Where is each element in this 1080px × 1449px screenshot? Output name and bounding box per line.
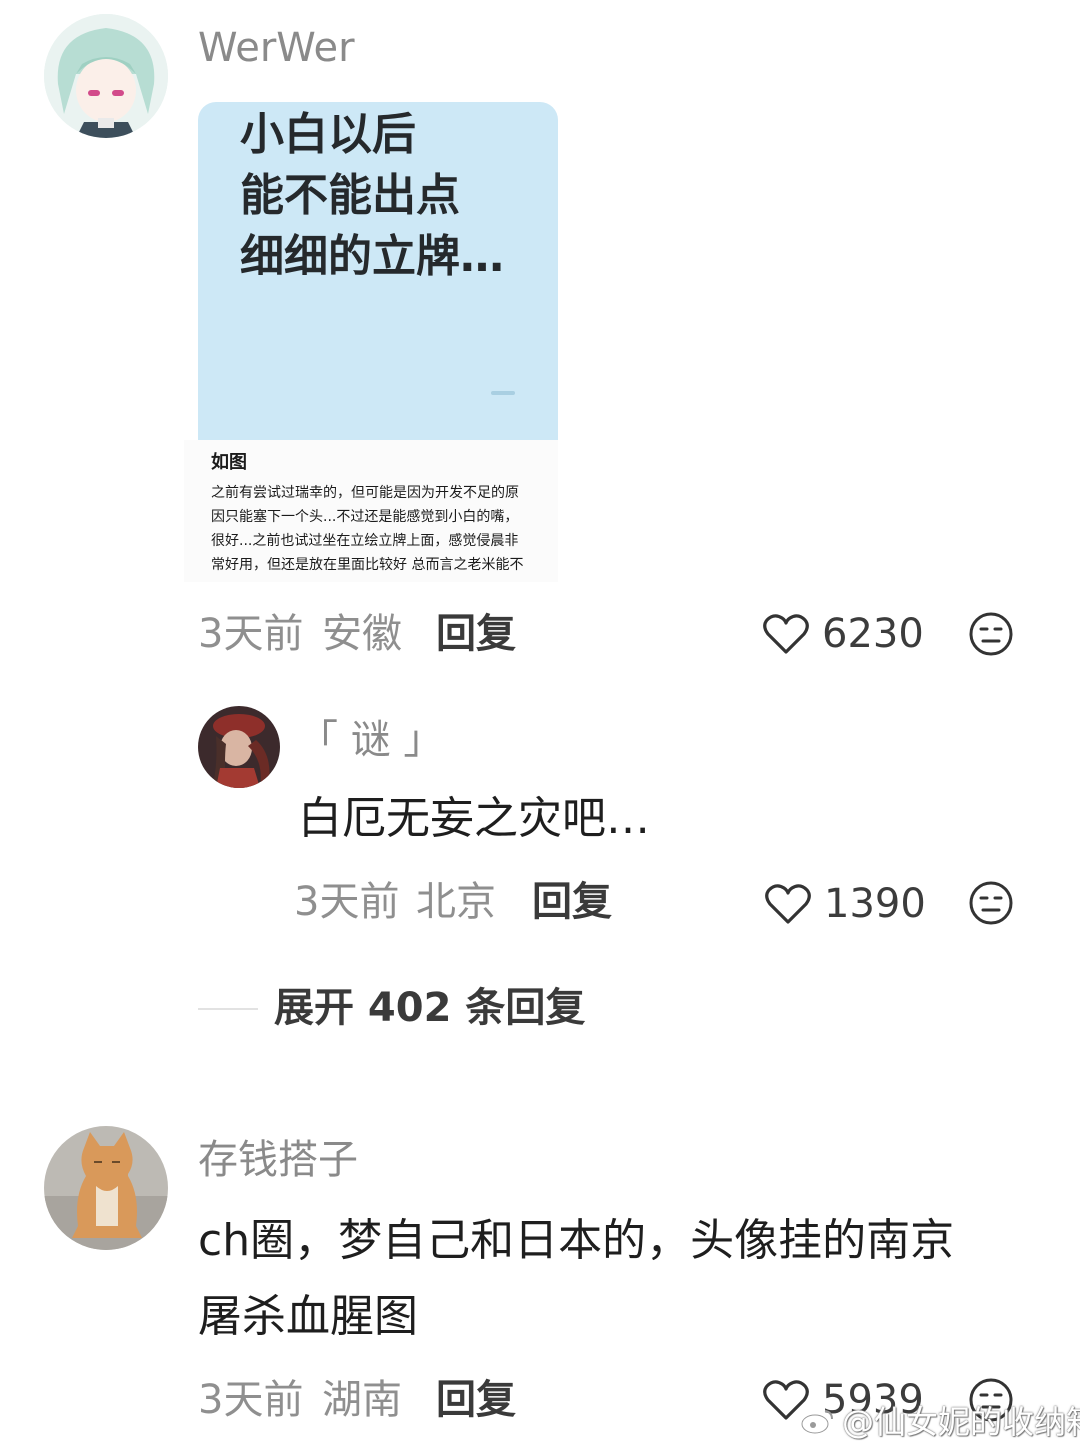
heart-outline-icon	[763, 614, 809, 654]
card-title-line: 小白以后	[240, 109, 416, 160]
neutral-face-icon	[969, 881, 1013, 925]
reply-button[interactable]: 回复	[436, 610, 516, 658]
watermark-text: @仙女妮的收纳箱	[842, 1403, 1080, 1441]
avatar-sub-reply[interactable]	[198, 706, 280, 788]
comment-time: 3天前	[198, 1377, 304, 1423]
expand-replies-button[interactable]: 展开 402 条回复	[274, 984, 585, 1032]
username[interactable]: 存钱搭子	[198, 1136, 358, 1184]
quote-line: 常好用，但还是放在里面比较好 总而言之老米能不	[211, 557, 524, 573]
sub-reply-time: 3天前	[294, 879, 400, 925]
sub-reply-text: 白厄无妄之灾吧…	[298, 793, 650, 844]
neutral-face-icon	[969, 612, 1013, 656]
sub-reply-username[interactable]: 「 谜 」	[298, 716, 443, 764]
sub-reply-button[interactable]: 回复	[532, 878, 612, 926]
sub-like-count: 1390	[824, 881, 926, 927]
card-dash-mark	[491, 391, 515, 395]
comment-text-line: ch圈，梦自己和日本的，头像挂的南京	[198, 1215, 955, 1266]
like-count: 6230	[822, 611, 924, 657]
card-title-line: 细细的立牌…	[240, 231, 504, 282]
quote-heading: 如图	[211, 452, 247, 473]
reply-button[interactable]: 回复	[436, 1376, 516, 1424]
dislike-button[interactable]	[968, 611, 1014, 657]
avatar-cat[interactable]	[44, 1126, 168, 1250]
comment-location: 安徽	[322, 611, 402, 657]
comment-time: 3天前	[198, 611, 304, 657]
expand-replies-divider	[198, 1008, 258, 1010]
like-button[interactable]: 6230	[762, 608, 924, 662]
image-card[interactable]: 小白以后 能不能出点 细细的立牌… 如图 之前有尝试过瑞幸的，但可能是因为开发不…	[184, 102, 558, 582]
card-title-line: 能不能出点	[240, 170, 460, 221]
quote-line: 之前有尝试过瑞幸的，但可能是因为开发不足的原	[211, 485, 519, 501]
heart-outline-icon	[765, 884, 811, 924]
comment-text-line: 屠杀血腥图	[198, 1291, 418, 1342]
sub-like-button[interactable]: 1390	[764, 878, 926, 932]
username[interactable]: WerWer	[198, 24, 355, 72]
sub-reply-location: 北京	[416, 879, 496, 925]
cat-avatar-image	[44, 1126, 168, 1250]
quote-line: 因只能塞下一个头...不过还是能感觉到小白的嘴，	[211, 509, 519, 525]
weibo-logo-icon	[800, 1410, 833, 1435]
comment-location: 湖南	[322, 1377, 402, 1423]
sub-dislike-button[interactable]	[968, 880, 1014, 926]
quote-line: 很好...之前也试过坐在立绘立牌上面，感觉侵晨非	[211, 533, 519, 549]
avatar-werwer[interactable]	[44, 14, 168, 138]
anime-avatar-image	[44, 14, 168, 138]
character-avatar-image	[198, 706, 280, 788]
